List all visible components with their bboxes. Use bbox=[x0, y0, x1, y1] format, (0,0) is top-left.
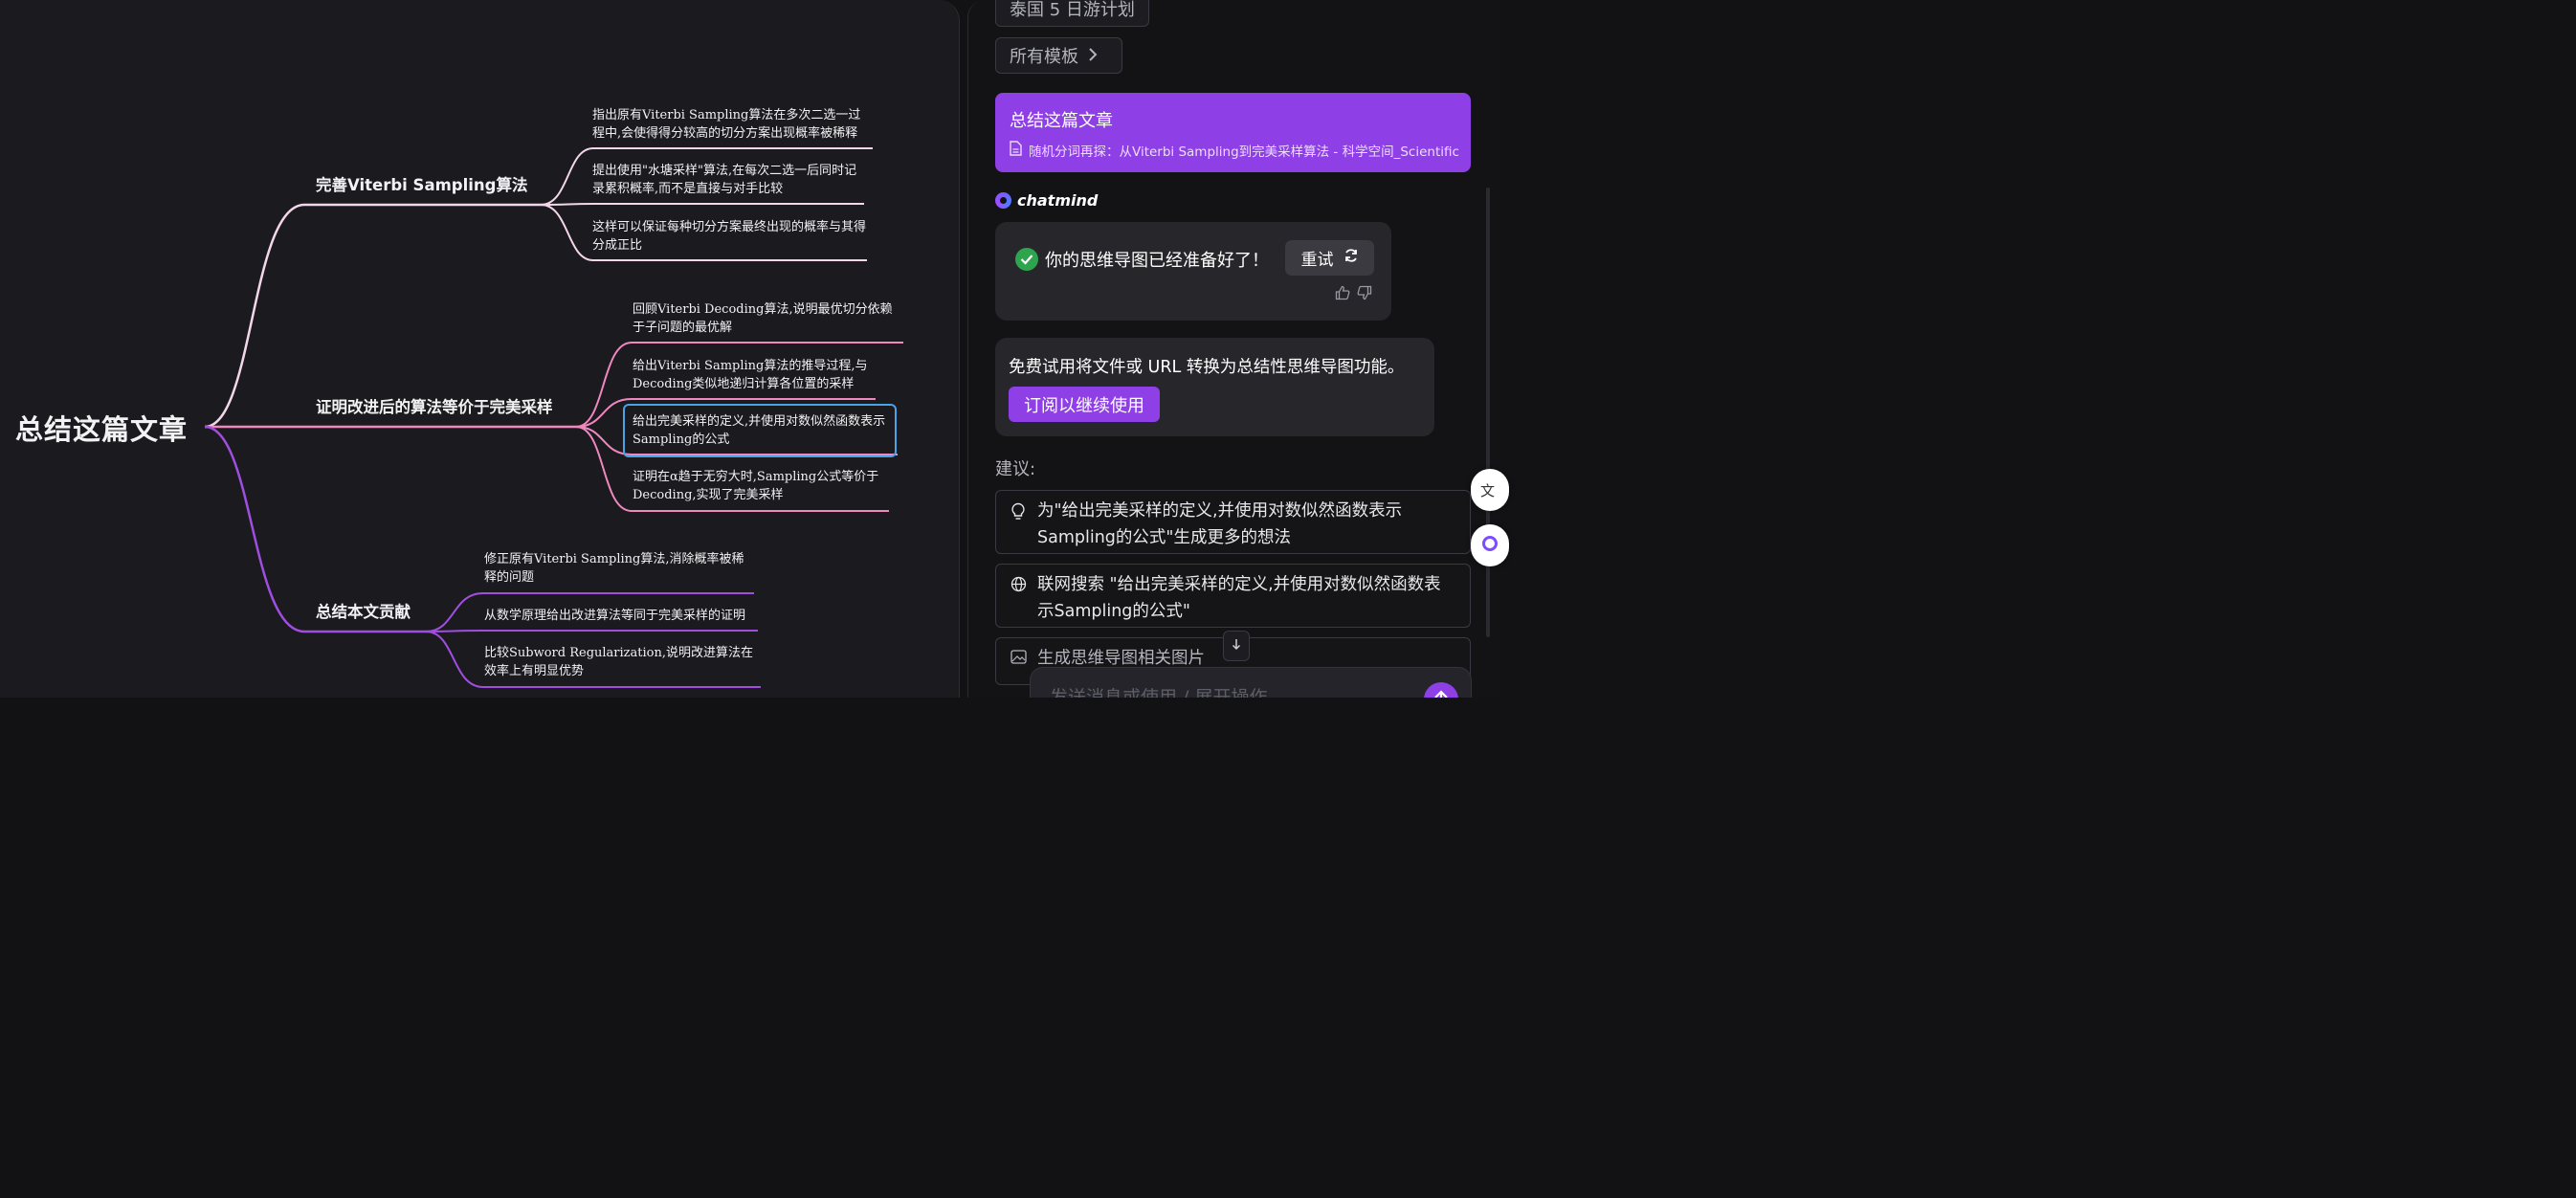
branch-node-2[interactable]: 证明改进后的算法等价于完美采样 bbox=[316, 394, 553, 417]
retry-label: 重试 bbox=[1300, 251, 1334, 270]
document-icon bbox=[1010, 141, 1022, 160]
mindmap-root-node[interactable]: 总结这篇文章 bbox=[15, 408, 188, 448]
all-templates-button[interactable]: 所有模板 bbox=[995, 37, 1122, 74]
trial-upsell-card: 免费试用将文件或 URL 转换为总结性思维导图功能。 订阅以继续使用 bbox=[995, 338, 1434, 436]
leaf-node[interactable]: 这样可以保证每种切分方案最终出现的概率与其得分成正比 bbox=[592, 218, 866, 255]
leaf-node-selected[interactable]: 给出完美采样的定义,并使用对数似然函数表示Sampling的公式 bbox=[633, 412, 893, 449]
image-icon bbox=[1010, 650, 1027, 668]
check-circle-icon bbox=[1015, 248, 1038, 271]
leaf-node[interactable]: 回顾Viterbi Decoding算法,说明最优切分依赖于子问题的最优解 bbox=[633, 300, 902, 337]
template-chip-label: 泰国 5 日游计划 bbox=[1010, 0, 1135, 20]
mindmap-connectors bbox=[204, 147, 903, 688]
assistant-fab[interactable] bbox=[1471, 524, 1509, 566]
leaf-node[interactable]: 提出使用"水塘采样"算法,在每次二选一后同时记录累积概率,而不是直接与对手比较 bbox=[592, 162, 866, 198]
assistant-header: chatmind bbox=[995, 191, 1098, 210]
leaf-node[interactable]: 从数学原理给出改进算法等同于完美采样的证明 bbox=[484, 607, 762, 625]
suggestions-heading: 建议: bbox=[995, 459, 1036, 479]
lightbulb-icon bbox=[1010, 502, 1026, 524]
trial-text: 免费试用将文件或 URL 转换为总结性思维导图功能。 bbox=[1009, 358, 1405, 377]
suggestion-text: 联网搜索 "给出完美采样的定义,并使用对数似然函数表示Sampling的公式" bbox=[1037, 575, 1441, 621]
scroll-down-button[interactable] bbox=[1223, 631, 1250, 661]
thumbs-up-icon[interactable] bbox=[1335, 285, 1350, 300]
thumbs-down-icon[interactable] bbox=[1357, 285, 1372, 300]
suggestion-text: 为"给出完美采样的定义,并使用对数似然函数表示Sampling的公式"生成更多的… bbox=[1037, 501, 1403, 547]
assistant-message: 你的思维导图已经准备好了！ 重试 bbox=[995, 222, 1391, 321]
leaf-node[interactable]: 修正原有Viterbi Sampling算法,消除概率被稀释的问题 bbox=[484, 550, 754, 587]
translate-icon: 文 bbox=[1480, 482, 1496, 499]
message-composer[interactable]: 发送消息或使用 / 展开操作 bbox=[1030, 667, 1472, 698]
composer-placeholder: 发送消息或使用 / 展开操作 bbox=[1050, 687, 1268, 698]
panel-scrollbar[interactable] bbox=[1486, 188, 1490, 637]
chevron-right-icon bbox=[1088, 46, 1098, 66]
leaf-node[interactable]: 比较Subword Regularization,说明改进算法在效率上有明显优势 bbox=[484, 644, 760, 680]
globe-icon bbox=[1010, 576, 1027, 596]
chat-panel: 泰国 5 日游计划 所有模板 总结这篇文章 随机分词再探：从Viterbi Sa… bbox=[967, 0, 1501, 698]
send-button[interactable] bbox=[1424, 682, 1458, 698]
all-templates-label: 所有模板 bbox=[1010, 47, 1078, 67]
refresh-icon bbox=[1344, 248, 1359, 268]
arrow-down-icon bbox=[1232, 638, 1241, 654]
template-chip[interactable]: 泰国 5 日游计划 bbox=[995, 0, 1149, 27]
translate-fab[interactable]: 文 bbox=[1471, 469, 1509, 511]
assistant-logo-icon bbox=[1482, 536, 1498, 551]
mindmap-canvas[interactable]: 总结这篇文章 完善Viterbi Sampling算法 证明改进后的算法等价于完… bbox=[0, 0, 960, 698]
source-title: 随机分词再探：从Viterbi Sampling到完美采样算法 - 科学空间_S… bbox=[1029, 144, 1459, 160]
branch-node-3[interactable]: 总结本文贡献 bbox=[316, 599, 411, 622]
assistant-name: chatmind bbox=[1017, 191, 1099, 210]
subscribe-button[interactable]: 订阅以继续使用 bbox=[1009, 387, 1160, 422]
chatmind-logo-icon bbox=[995, 192, 1011, 209]
leaf-node[interactable]: 给出Viterbi Sampling算法的推导过程,与Decoding类似地递归… bbox=[633, 357, 874, 393]
suggestion-web-search[interactable]: 联网搜索 "给出完美采样的定义,并使用对数似然函数表示Sampling的公式" bbox=[995, 564, 1471, 628]
suggestion-more-ideas[interactable]: 为"给出完美采样的定义,并使用对数似然函数表示Sampling的公式"生成更多的… bbox=[995, 490, 1471, 554]
branch-node-1[interactable]: 完善Viterbi Sampling算法 bbox=[316, 172, 527, 195]
retry-button[interactable]: 重试 bbox=[1285, 240, 1374, 276]
user-message-text: 总结这篇文章 bbox=[1010, 111, 1113, 131]
leaf-node[interactable]: 指出原有Viterbi Sampling算法在多次二选一过程中,会使得得分较高的… bbox=[592, 106, 872, 143]
user-message: 总结这篇文章 随机分词再探：从Viterbi Sampling到完美采样算法 -… bbox=[995, 93, 1471, 172]
source-link[interactable]: 随机分词再探：从Viterbi Sampling到完美采样算法 - 科学空间_S… bbox=[1010, 141, 1459, 160]
subscribe-label: 订阅以继续使用 bbox=[1024, 395, 1144, 416]
ready-message: 你的思维导图已经准备好了！ bbox=[1045, 251, 1269, 271]
leaf-node[interactable]: 证明在α趋于无穷大时,Sampling公式等价于Decoding,实现了完美采样 bbox=[633, 468, 887, 504]
